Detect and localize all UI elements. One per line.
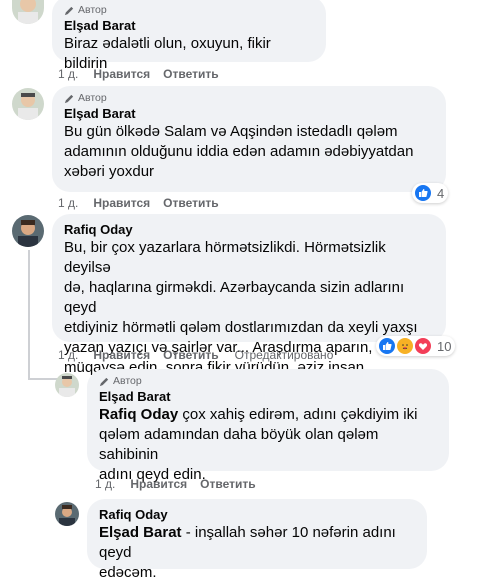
like-button[interactable]: Нравится xyxy=(93,66,150,82)
reaction-count: 4 xyxy=(437,185,445,201)
comment-author[interactable]: Rafiq Oday xyxy=(99,506,415,523)
edited-label: Отредактировано xyxy=(234,348,334,362)
reaction-count: 10 xyxy=(437,338,452,354)
comment-bubble: Автор Elşad Barat Biraz ədalətli olun, o… xyxy=(52,0,326,72)
comment-author[interactable]: Elşad Barat xyxy=(64,17,314,34)
reply-button[interactable]: Ответить xyxy=(163,195,218,211)
comment-text-line: Bu gün ölkədə Salam və Aqşindən istedadl… xyxy=(64,123,398,140)
like-reaction-icon xyxy=(414,184,432,202)
comment-time[interactable]: 1 д. xyxy=(58,66,78,82)
comment-text-line: Bu, bir çox yazarlara hörmətsizlikdi. Hö… xyxy=(64,239,386,276)
care-reaction-icon xyxy=(396,337,414,355)
reply-button[interactable]: Ответить xyxy=(163,347,218,363)
author-badge: Автор xyxy=(99,375,437,387)
comment-text-line: də, haqlarına girməkdi. Azərbaycanda siz… xyxy=(64,279,405,316)
comment-text-line: Elşad Barat - inşallah səhər 10 nəfərin … xyxy=(99,524,396,561)
avatar[interactable] xyxy=(12,0,44,24)
comment-text-line: adamının olduğunu iddia edən adamın ədəb… xyxy=(64,143,414,160)
comment-time[interactable]: 1 д. xyxy=(95,476,115,492)
reaction-summary[interactable]: 4 xyxy=(412,183,449,203)
comment-time[interactable]: 1 д. xyxy=(58,195,78,211)
comment-time[interactable]: 1 д. xyxy=(58,347,78,363)
comment-text-line: xəbəri yoxdur xyxy=(64,163,155,180)
thread-line xyxy=(28,378,58,380)
comment-text-line: etdiyiniz hörmətli qələm dostlarımızdan … xyxy=(64,319,418,336)
avatar[interactable] xyxy=(12,88,44,120)
comment-bubble: Rafiq Oday Elşad Barat - inşallah səhər … xyxy=(87,499,427,581)
love-reaction-icon xyxy=(414,337,432,355)
author-badge: Автор xyxy=(64,4,314,16)
author-badge: Автор xyxy=(64,92,434,104)
comment-text-line: qələm adamından daha böyük olan qələm sa… xyxy=(99,426,379,463)
reply-button[interactable]: Ответить xyxy=(200,476,255,492)
avatar[interactable] xyxy=(12,215,44,247)
comment-author[interactable]: Rafiq Oday xyxy=(64,221,434,238)
comment-bubble: Автор Elşad Barat Rafiq Oday çox xahiş e… xyxy=(87,369,449,483)
comment-bubble: Автор Elşad Barat Bu gün ölkədə Salam və… xyxy=(52,86,446,192)
comment-text-line: edəcəm. xyxy=(99,564,157,581)
like-button[interactable]: Нравится xyxy=(93,195,150,211)
pen-icon xyxy=(64,94,74,103)
pen-icon xyxy=(99,377,109,386)
comment-bubble: Rafiq Oday Bu, bir çox yazarlara hörməts… xyxy=(52,214,446,376)
like-reaction-icon xyxy=(378,337,396,355)
like-button[interactable]: Нравится xyxy=(130,476,187,492)
comment-text-line: Rafiq Oday çox xahiş edirəm, adını çəkdi… xyxy=(99,406,418,423)
thread-line xyxy=(28,250,30,380)
comment-author[interactable]: Elşad Barat xyxy=(64,105,434,122)
mention-link[interactable]: Elşad Barat xyxy=(99,524,182,541)
avatar[interactable] xyxy=(55,373,79,397)
pen-icon xyxy=(64,6,74,15)
reply-button[interactable]: Ответить xyxy=(163,66,218,82)
mention-link[interactable]: Rafiq Oday xyxy=(99,406,178,423)
like-button[interactable]: Нравится xyxy=(93,347,150,363)
avatar[interactable] xyxy=(55,502,79,526)
comment-author[interactable]: Elşad Barat xyxy=(99,388,437,405)
reaction-summary[interactable]: 10 xyxy=(376,336,456,356)
